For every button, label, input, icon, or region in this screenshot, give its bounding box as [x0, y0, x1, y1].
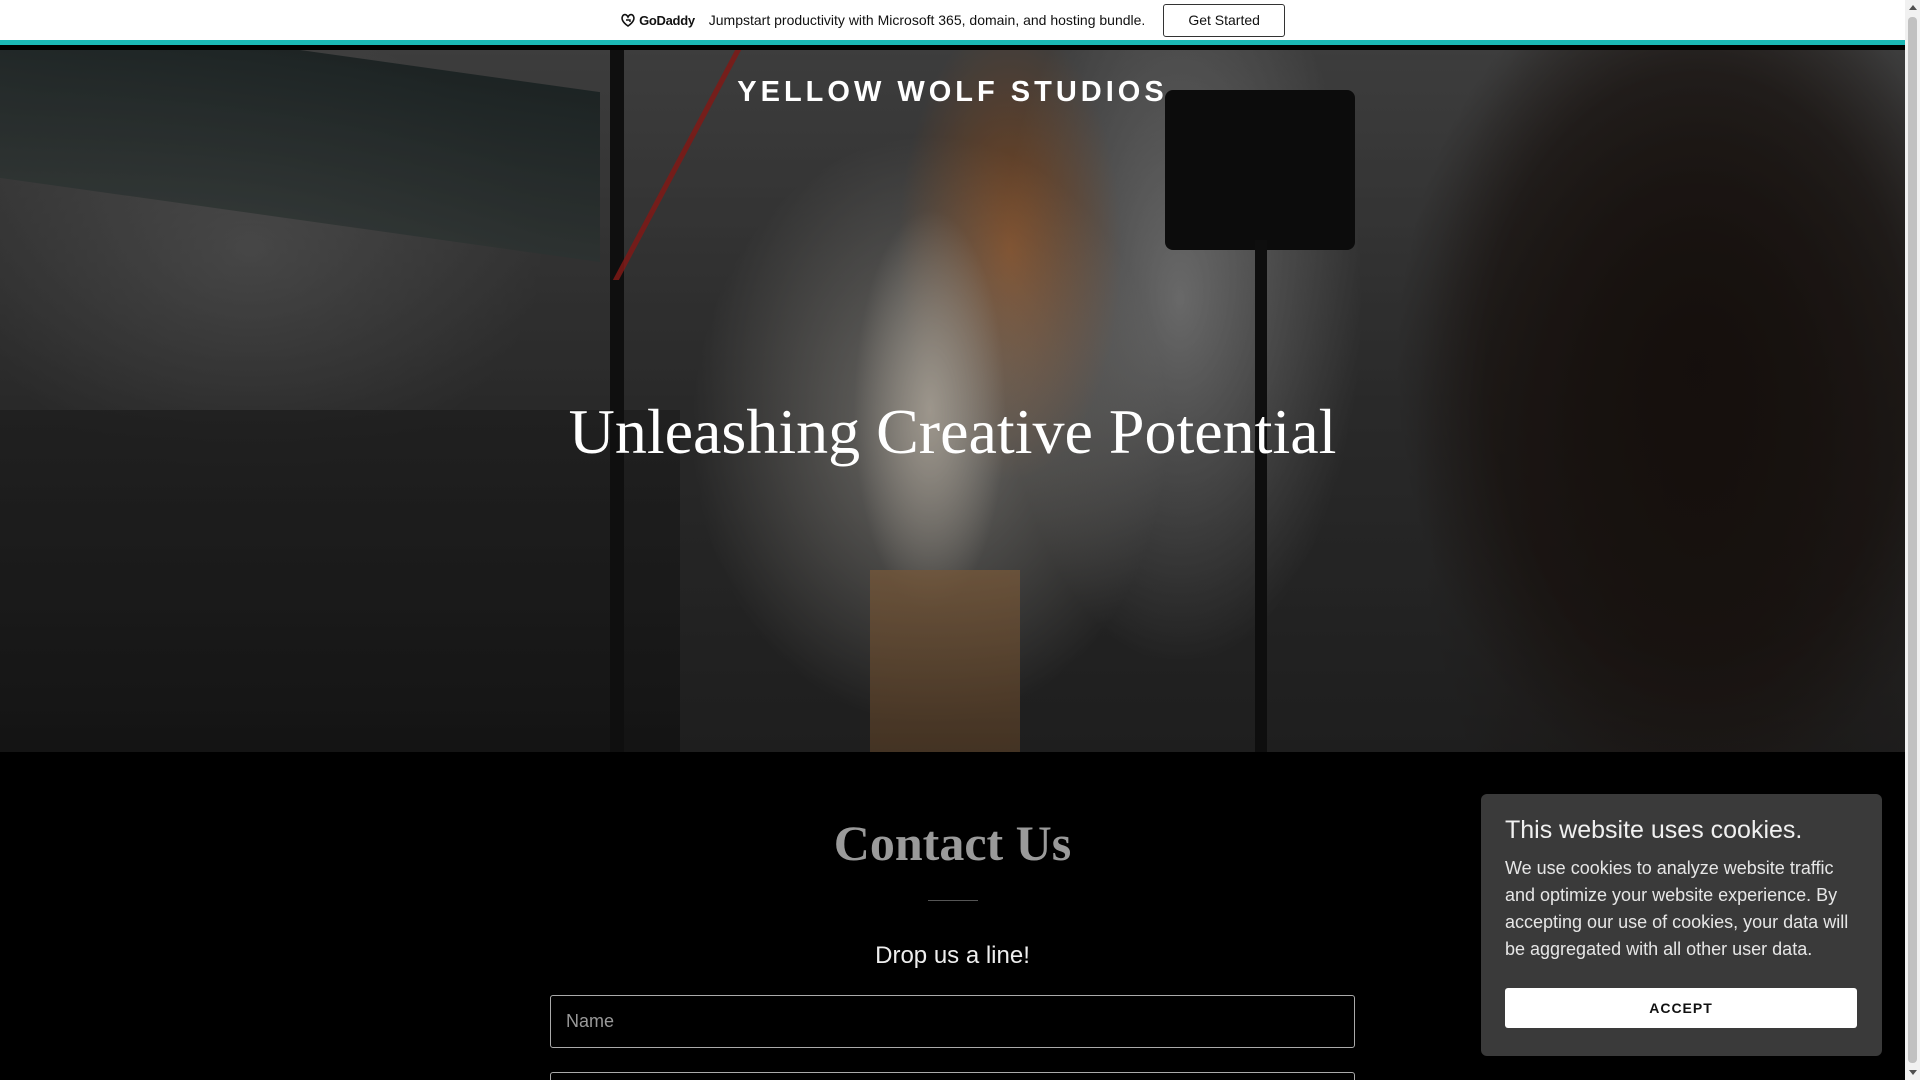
cookie-title: This website uses cookies. [1505, 816, 1803, 844]
email-field[interactable] [550, 1072, 1355, 1080]
name-field[interactable] [550, 995, 1355, 1048]
scrollbar[interactable] [1905, 0, 1920, 1080]
get-started-button[interactable]: Get Started [1163, 3, 1285, 37]
contact-divider [928, 900, 978, 901]
cookie-banner: This website uses cookies. We use cookie… [1481, 794, 1882, 1056]
hero-section: YELLOW WOLF STUDIOS Unleashing Creative … [0, 50, 1905, 752]
chevron-down-icon[interactable] [1905, 1065, 1920, 1080]
promo-banner: GoDaddy Jumpstart productivity with Micr… [0, 0, 1905, 45]
scrollbar-thumb[interactable] [1908, 17, 1917, 1063]
accept-cookies-button[interactable]: ACCEPT [1505, 988, 1857, 1028]
hero-heading: Unleashing Creative Potential [568, 396, 1337, 467]
godaddy-logo: GoDaddy [620, 13, 695, 28]
promo-message: Jumpstart productivity with Microsoft 36… [708, 12, 1146, 28]
godaddy-logo-icon [621, 13, 635, 27]
site-title[interactable]: YELLOW WOLF STUDIOS [0, 76, 1905, 109]
chevron-up-icon[interactable] [1905, 0, 1920, 15]
godaddy-logo-text: GoDaddy [639, 12, 695, 28]
cookie-text: We use cookies to analyze website traffi… [1505, 858, 1849, 959]
